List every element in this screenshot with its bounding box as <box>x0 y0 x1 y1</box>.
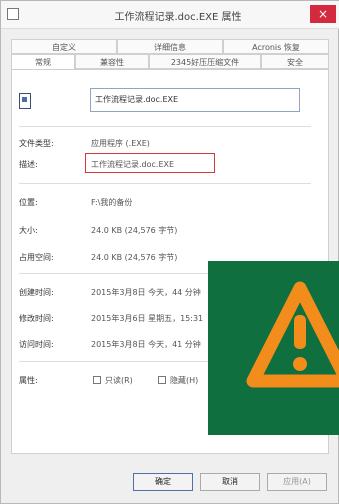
tab-details[interactable]: 详细信息 <box>117 39 223 54</box>
description-value: 工作流程记录.doc.EXE <box>91 160 175 169</box>
tab-acronis-recovery[interactable]: Acronis 恢复 <box>223 39 329 54</box>
tab-2345-compressed-file[interactable]: 2345好压压缩文件 <box>149 54 261 69</box>
warning-overlay <box>208 261 339 435</box>
file-type-value: 应用程序 (.EXE) <box>91 139 150 148</box>
readonly-label: 只读(R) <box>105 376 133 385</box>
description-label: 描述: <box>19 160 38 169</box>
location-value: F:\我的备份 <box>91 198 133 207</box>
size-on-disk-label: 占用空间: <box>19 253 54 262</box>
location-label: 位置: <box>19 198 38 207</box>
ok-button[interactable]: 确定 <box>133 473 193 491</box>
hidden-label: 隐藏(H) <box>170 376 199 385</box>
tab-compatibility[interactable]: 兼容性 <box>75 54 149 69</box>
size-value: 24.0 KB (24,576 字节) <box>91 226 178 235</box>
accessed-label: 访问时间: <box>19 340 54 349</box>
window-icon <box>7 8 19 20</box>
warning-triangle-icon <box>208 261 339 435</box>
separator <box>19 183 311 184</box>
title-bar: 工作流程记录.doc.EXE 属性 × <box>1 1 339 29</box>
readonly-checkbox[interactable] <box>93 376 101 384</box>
tab-custom[interactable]: 自定义 <box>11 39 117 54</box>
modified-label: 修改时间: <box>19 314 54 323</box>
size-label: 大小: <box>19 226 38 235</box>
window-title: 工作流程记录.doc.EXE 属性 <box>114 12 242 23</box>
cancel-button[interactable]: 取消 <box>200 473 260 491</box>
tab-strip: 自定义 详细信息 Acronis 恢复 常规 兼容性 2345好压压缩文件 安全 <box>11 39 329 73</box>
apply-button[interactable]: 应用(A) <box>267 473 327 491</box>
created-label: 创建时间: <box>19 288 54 297</box>
close-button[interactable]: × <box>310 5 336 23</box>
tab-general[interactable]: 常规 <box>11 54 75 69</box>
file-icon <box>19 93 31 109</box>
tab-security[interactable]: 安全 <box>261 54 329 69</box>
properties-window: 工作流程记录.doc.EXE 属性 × 自定义 详细信息 Acronis 恢复 … <box>0 0 339 504</box>
file-name-field[interactable]: 工作流程记录.doc.EXE <box>90 88 300 112</box>
hidden-checkbox[interactable] <box>158 376 166 384</box>
file-type-label: 文件类型: <box>19 139 54 148</box>
separator <box>19 126 311 127</box>
attributes-label: 属性: <box>19 376 38 385</box>
